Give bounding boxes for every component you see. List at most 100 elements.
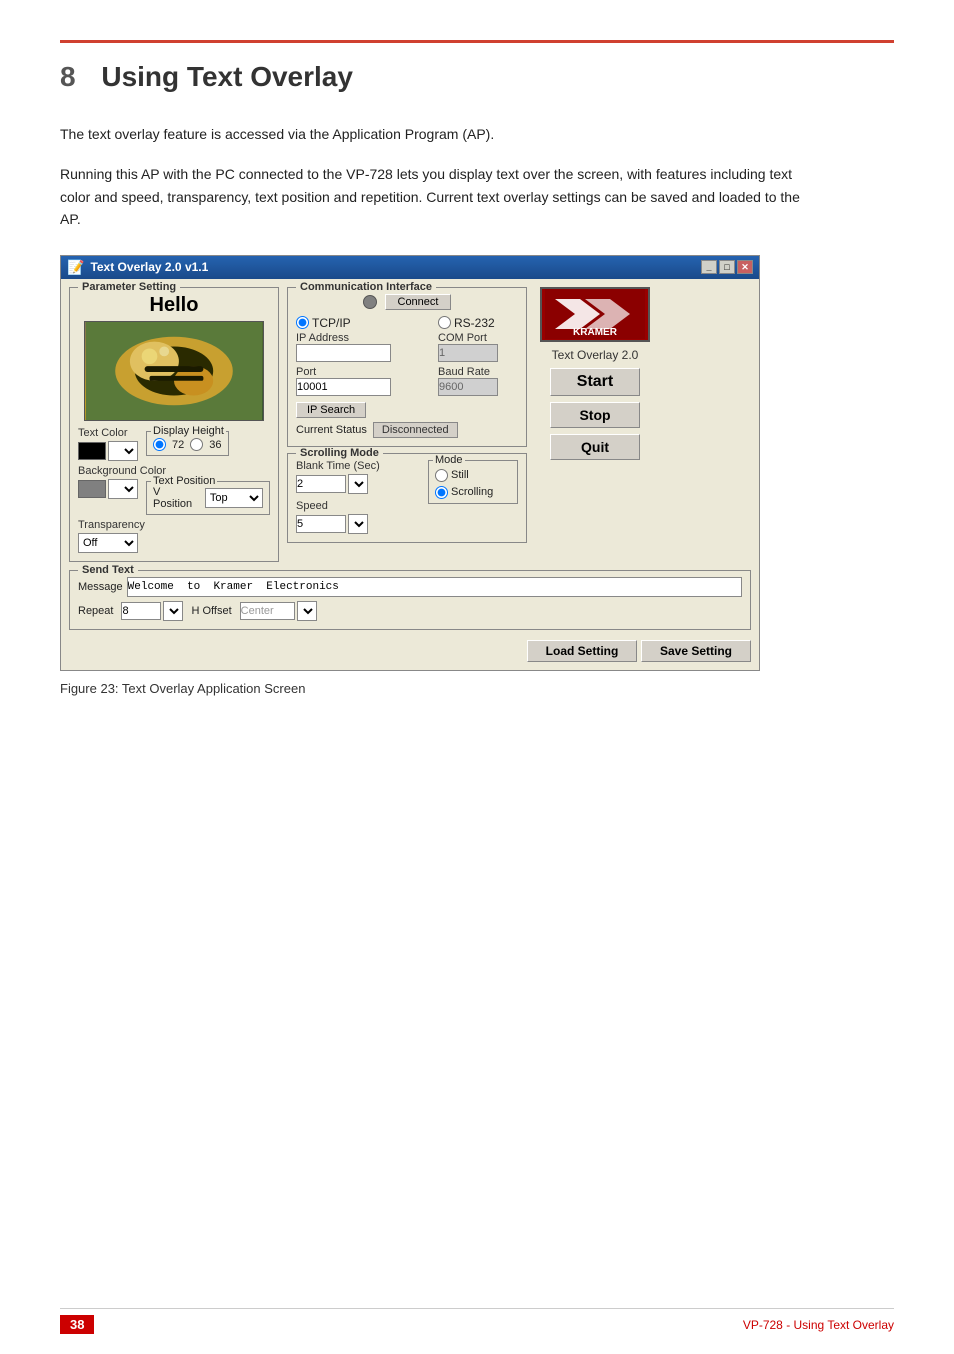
connect-indicator <box>363 295 377 309</box>
status-value: Disconnected <box>373 422 458 438</box>
v-position-row: V Position Top Middle Bottom <box>153 486 263 510</box>
current-status-label: Current Status <box>296 424 367 436</box>
title-bar-buttons: _ □ ✕ <box>701 260 753 274</box>
connect-row: Connect <box>296 294 518 310</box>
radio-36-label: 36 <box>209 439 221 451</box>
mode-group-label: Mode <box>433 454 465 466</box>
chapter-heading: 8 Using Text Overlay <box>60 61 894 93</box>
protocol-row: TCP/IP IP Address RS-232 COM Port <box>296 316 518 362</box>
radio-tcp-ip[interactable] <box>296 316 309 329</box>
scrolling-mode-group: Scrolling Mode Blank Time (Sec) Speed <box>287 453 527 543</box>
load-save-row: Load Setting Save Setting <box>61 638 759 670</box>
scroll-left: Blank Time (Sec) Speed <box>296 460 420 534</box>
ip-search-row: IP Search <box>296 402 518 418</box>
scrolling-mode-label: Scrolling Mode <box>296 447 383 459</box>
display-height-radios: 72 36 <box>153 438 222 451</box>
hello-text: Hello <box>78 294 270 317</box>
rs232-section: RS-232 COM Port <box>438 316 518 362</box>
message-label: Message <box>78 581 123 593</box>
hoffset-label: H Offset <box>191 605 231 617</box>
com-port-label: COM Port <box>438 332 518 344</box>
close-btn[interactable]: ✕ <box>737 260 753 274</box>
app-title: Text Overlay 2.0 v1.1 <box>90 260 208 274</box>
port-baud-row: Port Baud Rate <box>296 366 518 396</box>
title-bar: 📝 Text Overlay 2.0 v1.1 _ □ ✕ <box>61 256 759 279</box>
page-number: 38 <box>60 1315 94 1334</box>
speed-select[interactable] <box>348 514 368 534</box>
radio-still[interactable] <box>435 469 448 482</box>
radio-72-label: 72 <box>172 439 184 451</box>
app-body: Parameter Setting Hello <box>61 279 759 570</box>
middle-column: Communication Interface Connect TCP/IP I… <box>287 287 527 562</box>
communication-interface-group: Communication Interface Connect TCP/IP I… <box>287 287 527 447</box>
ip-address-input[interactable] <box>296 344 391 362</box>
bg-color-box[interactable] <box>78 480 106 498</box>
tcp-ip-section: TCP/IP IP Address <box>296 316 428 362</box>
chapter-title-text: Using Text Overlay <box>101 61 353 92</box>
repeat-input[interactable] <box>121 602 161 620</box>
minimize-btn[interactable]: _ <box>701 260 717 274</box>
text-color-dropdown[interactable] <box>108 441 138 461</box>
right-column: KRAMER Text Overlay 2.0 Start Stop Quit <box>535 287 655 562</box>
baud-rate-section: Baud Rate <box>438 366 518 396</box>
ip-address-label: IP Address <box>296 332 428 344</box>
scroll-right: Mode Still Scrolling <box>428 460 518 534</box>
blank-time-input[interactable] <box>296 475 346 493</box>
hoffset-select[interactable] <box>297 601 317 621</box>
kramer-logo: KRAMER <box>540 287 650 342</box>
speed-label: Speed <box>296 500 420 512</box>
parameter-setting-group: Parameter Setting Hello <box>69 287 279 562</box>
save-setting-button[interactable]: Save Setting <box>641 640 751 662</box>
transparency-label: Transparency <box>78 519 145 531</box>
text-color-row: Text Color Display Height 72 36 <box>78 427 270 461</box>
load-setting-button[interactable]: Load Setting <box>527 640 637 662</box>
footer-right-text: VP-728 - Using Text Overlay <box>743 1318 894 1332</box>
send-text-group: Send Text Message Repeat H Offset <box>69 570 751 630</box>
send-inner: Message Repeat H Offset <box>78 577 742 621</box>
radio-rs232[interactable] <box>438 316 451 329</box>
maximize-btn[interactable]: □ <box>719 260 735 274</box>
connect-button[interactable]: Connect <box>385 294 452 310</box>
message-input[interactable] <box>127 577 742 597</box>
transparency-select[interactable]: Off Low Medium High <box>78 533 138 553</box>
bg-color-dropdown[interactable] <box>108 479 138 499</box>
quit-button[interactable]: Quit <box>550 434 640 460</box>
bee-image <box>84 321 264 421</box>
mode-group: Mode Still Scrolling <box>428 460 518 504</box>
display-height-label: Display Height <box>151 425 226 437</box>
stop-button[interactable]: Stop <box>550 402 640 428</box>
chapter-top-border <box>60 40 894 43</box>
radio-36[interactable] <box>190 438 203 451</box>
port-input[interactable] <box>296 378 391 396</box>
ip-search-button[interactable]: IP Search <box>296 402 366 418</box>
v-position-label: V Position <box>153 486 201 510</box>
v-position-select[interactable]: Top Middle Bottom <box>205 488 263 508</box>
baud-rate-input[interactable] <box>438 378 498 396</box>
left-column: Parameter Setting Hello <box>69 287 279 562</box>
text-color-label: Text Color <box>78 427 138 439</box>
baud-rate-label: Baud Rate <box>438 366 518 378</box>
svg-text:KRAMER: KRAMER <box>573 327 618 338</box>
title-bar-left: 📝 Text Overlay 2.0 v1.1 <box>67 259 208 276</box>
overlay-label: Text Overlay 2.0 <box>552 348 639 362</box>
still-label: Still <box>451 469 469 481</box>
repeat-select[interactable] <box>163 601 183 621</box>
port-section: Port <box>296 366 428 396</box>
tcp-ip-label: TCP/IP <box>312 316 351 330</box>
text-color-box[interactable] <box>78 442 106 460</box>
display-height-group: Display Height 72 36 <box>146 431 229 456</box>
bg-color-section: Background Color Text Position V Positio… <box>78 465 270 515</box>
blank-time-select[interactable] <box>348 474 368 494</box>
speed-input[interactable] <box>296 515 346 533</box>
repeat-label: Repeat <box>78 605 113 617</box>
text-position-group: Text Position V Position Top Middle Bott… <box>146 481 270 515</box>
radio-72[interactable] <box>153 438 166 451</box>
text-color-section: Text Color <box>78 427 138 461</box>
send-text-label: Send Text <box>78 564 138 576</box>
rs232-label: RS-232 <box>454 316 495 330</box>
body-paragraph-1: The text overlay feature is accessed via… <box>60 123 810 145</box>
hoffset-input[interactable] <box>240 602 295 620</box>
start-button[interactable]: Start <box>550 368 640 396</box>
com-port-input[interactable] <box>438 344 498 362</box>
radio-scrolling[interactable] <box>435 486 448 499</box>
